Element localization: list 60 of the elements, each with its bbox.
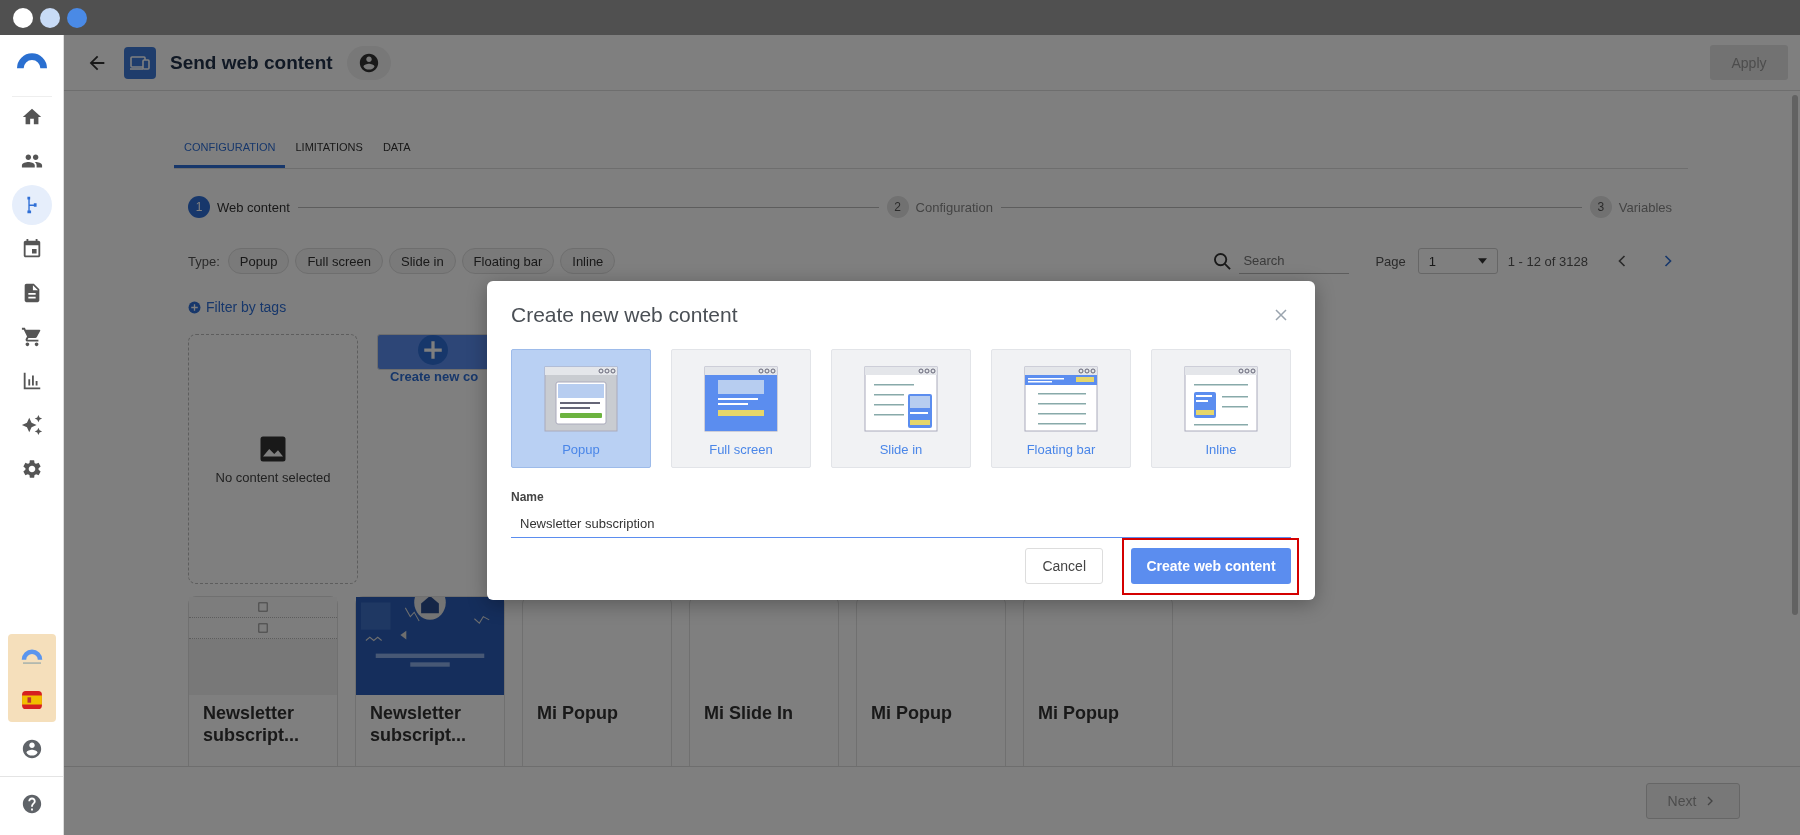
help-icon[interactable] xyxy=(20,793,43,815)
type-tile[interactable]: Full screen xyxy=(671,349,811,468)
search-field[interactable]: Search xyxy=(1239,248,1350,274)
add-icon xyxy=(188,300,201,314)
tab[interactable]: LIMITATIONS xyxy=(285,131,373,168)
type-chip[interactable]: Floating bar xyxy=(461,248,555,274)
step-number: 1 xyxy=(188,196,210,218)
search-icon xyxy=(1214,252,1232,270)
step-number: 2 xyxy=(886,196,909,218)
step-label: Web content xyxy=(217,199,290,215)
card-label: No content selected xyxy=(215,469,331,485)
page-range: 1 - 12 of 3128 xyxy=(1507,253,1588,269)
type-tile[interactable]: Inline xyxy=(1151,349,1291,468)
window-control[interactable] xyxy=(13,7,33,28)
inline-layout-icon xyxy=(1184,366,1258,432)
cancel-button[interactable]: Cancel xyxy=(1025,548,1103,584)
flag-icon xyxy=(21,691,42,709)
type-tile[interactable]: Floating bar xyxy=(991,349,1131,468)
user-badge[interactable] xyxy=(346,45,391,80)
account-panel[interactable] xyxy=(7,634,56,722)
broken-image-icon xyxy=(258,602,268,612)
logo-icon[interactable] xyxy=(14,50,49,70)
floatingbar-layout-icon xyxy=(1024,366,1098,432)
fullscreen-layout-icon xyxy=(704,366,778,432)
user-icon[interactable] xyxy=(20,738,43,760)
card-title: Mi Popup xyxy=(870,702,953,725)
type-chip[interactable]: Full screen xyxy=(295,248,383,274)
page-label: Page xyxy=(1375,253,1406,269)
name-label: Name xyxy=(511,490,545,504)
card-title: Newsletter subscript... xyxy=(369,702,468,747)
type-tile[interactable]: Slide in xyxy=(831,349,971,468)
tab[interactable]: DATA xyxy=(372,131,421,168)
add-icon xyxy=(418,335,448,365)
card-title: Mi Popup xyxy=(1037,702,1120,725)
type-label: Type: xyxy=(188,253,220,269)
type-tile[interactable]: Popup xyxy=(511,349,651,468)
step-number: 3 xyxy=(1589,196,1612,218)
popup-layout-icon xyxy=(544,366,618,432)
type-chip[interactable]: Slide in xyxy=(388,248,456,274)
card-label: Create new co xyxy=(390,369,479,384)
page-select[interactable]: 1 xyxy=(1417,248,1498,274)
type-chip[interactable]: Inline xyxy=(560,248,616,274)
window-control[interactable] xyxy=(40,7,60,28)
dialog-title: Create new web content xyxy=(511,303,738,327)
slidein-layout-icon xyxy=(864,366,938,432)
type-chip[interactable]: Popup xyxy=(227,248,290,274)
card-title: Mi Slide In xyxy=(703,702,794,725)
card-title: Newsletter subscript... xyxy=(202,702,301,747)
flow-icon[interactable] xyxy=(11,185,52,225)
step-label: Variables xyxy=(1618,199,1672,215)
broken-image-icon xyxy=(258,623,268,633)
page-title: Send web content xyxy=(170,51,333,74)
tab[interactable]: CONFIGURATION xyxy=(174,131,286,168)
caret-icon xyxy=(1477,258,1487,264)
step-label: Configuration xyxy=(915,199,993,215)
create-button[interactable]: Create web content xyxy=(1131,548,1291,584)
devices-icon xyxy=(124,46,156,79)
scrollbar-thumb[interactable] xyxy=(1792,95,1798,615)
filter-by-tags-link[interactable]: Filter by tags xyxy=(188,297,287,317)
card-title: Mi Popup xyxy=(536,702,619,725)
